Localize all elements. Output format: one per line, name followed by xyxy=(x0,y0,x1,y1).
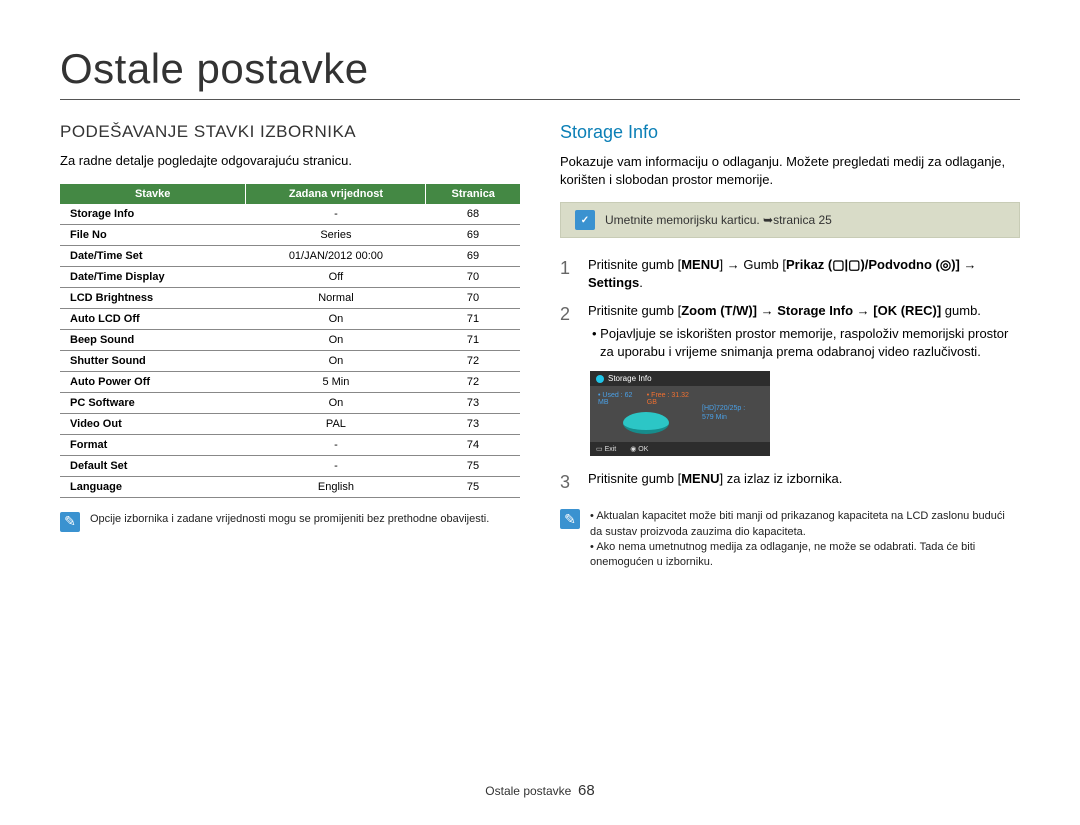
note-icon: ✎ xyxy=(60,512,80,532)
callout-box: ✓ Umetnite memorijsku karticu. ➥stranica… xyxy=(560,202,1020,238)
page-footer: Ostale postavke 68 xyxy=(0,782,1080,799)
check-icon: ✓ xyxy=(575,210,595,230)
right-intro: Pokazuje vam informaciju o odlaganju. Mo… xyxy=(560,153,1020,188)
right-column: Storage Info Pokazuje vam informaciju o … xyxy=(560,122,1020,571)
table-row: Date/Time DisplayOff70 xyxy=(60,266,520,287)
th-page: Stranica xyxy=(426,184,520,204)
step-3-number: 3 xyxy=(560,470,574,495)
right-heading: Storage Info xyxy=(560,122,1020,143)
table-row: LCD BrightnessNormal70 xyxy=(60,287,520,308)
table-row: Format-74 xyxy=(60,434,520,455)
left-column: PODEŠAVANJE STAVKI IZBORNIKA Za radne de… xyxy=(60,122,520,571)
table-row: Default Set-75 xyxy=(60,455,520,476)
step-1-body: Pritisnite gumb [MENU] → Gumb [Prikaz (▢… xyxy=(588,256,1020,292)
table-row: Video OutPAL73 xyxy=(60,413,520,434)
callout-text: Umetnite memorijsku karticu. ➥stranica 2… xyxy=(605,213,832,227)
table-row: Auto LCD OffOn71 xyxy=(60,308,520,329)
table-row: Storage Info-68 xyxy=(60,204,520,225)
disc-icon xyxy=(623,412,669,434)
left-note: Opcije izbornika i zadane vrijednosti mo… xyxy=(90,512,489,527)
step-1-number: 1 xyxy=(560,256,574,292)
table-row: Shutter SoundOn72 xyxy=(60,350,520,371)
table-row: Date/Time Set01/JAN/2012 00:0069 xyxy=(60,245,520,266)
table-row: Beep SoundOn71 xyxy=(60,329,520,350)
th-stavke: Stavke xyxy=(60,184,246,204)
step-3-body: Pritisnite gumb [MENU] za izlaz iz izbor… xyxy=(588,470,1020,495)
table-row: Auto Power Off5 Min72 xyxy=(60,371,520,392)
right-footnotes: • Aktualan kapacitet može biti manji od … xyxy=(590,509,1020,571)
table-row: File NoSeries69 xyxy=(60,224,520,245)
left-heading: PODEŠAVANJE STAVKI IZBORNIKA xyxy=(60,122,520,142)
settings-table: Stavke Zadana vrijednost Stranica Storag… xyxy=(60,184,520,498)
left-intro: Za radne detalje pogledajte odgovarajuću… xyxy=(60,152,520,170)
step-2-number: 2 xyxy=(560,302,574,361)
lcd-preview: Storage Info • Used : 62 MB• Free : 31.3… xyxy=(590,371,770,456)
table-row: LanguageEnglish75 xyxy=(60,476,520,497)
table-row: PC SoftwareOn73 xyxy=(60,392,520,413)
step-2-body: Pritisnite gumb [Zoom (T/W)] → Storage I… xyxy=(588,302,1020,361)
th-default: Zadana vrijednost xyxy=(246,184,426,204)
page-title: Ostale postavke xyxy=(60,45,1020,100)
note-icon: ✎ xyxy=(560,509,580,529)
